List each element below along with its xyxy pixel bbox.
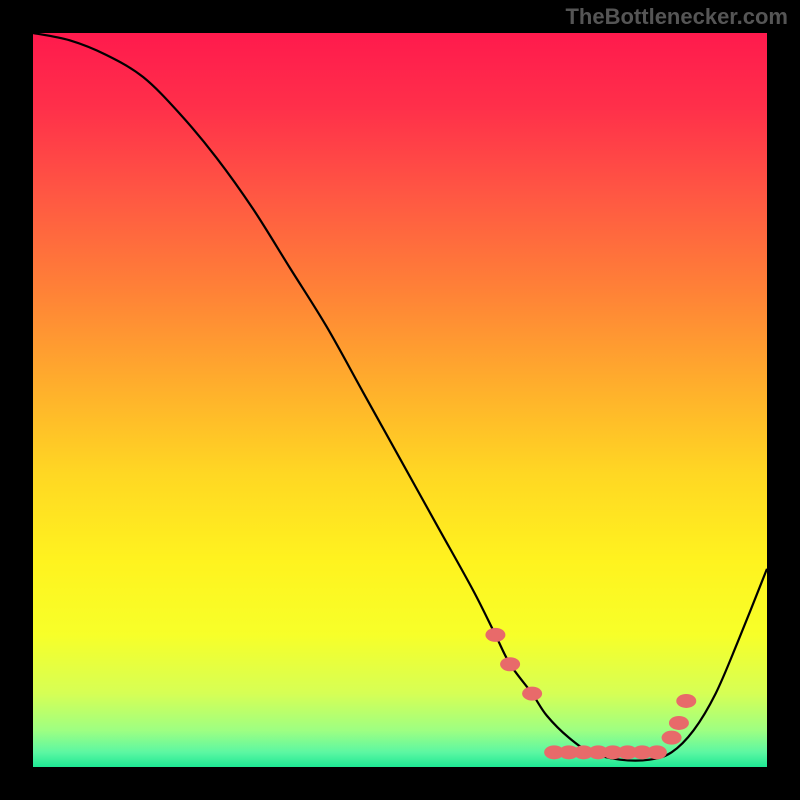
chart-container: TheBottlenecker.com xyxy=(0,0,800,800)
marker-point xyxy=(669,716,689,730)
marker-point xyxy=(662,731,682,745)
marker-point xyxy=(485,628,505,642)
curve-layer xyxy=(33,33,767,767)
marker-point xyxy=(522,687,542,701)
marker-point xyxy=(500,657,520,671)
plot-area xyxy=(33,33,767,767)
curve-markers xyxy=(485,628,696,759)
bottleneck-curve xyxy=(33,33,767,761)
marker-point xyxy=(676,694,696,708)
marker-point xyxy=(647,745,667,759)
attribution-label: TheBottlenecker.com xyxy=(565,4,788,30)
